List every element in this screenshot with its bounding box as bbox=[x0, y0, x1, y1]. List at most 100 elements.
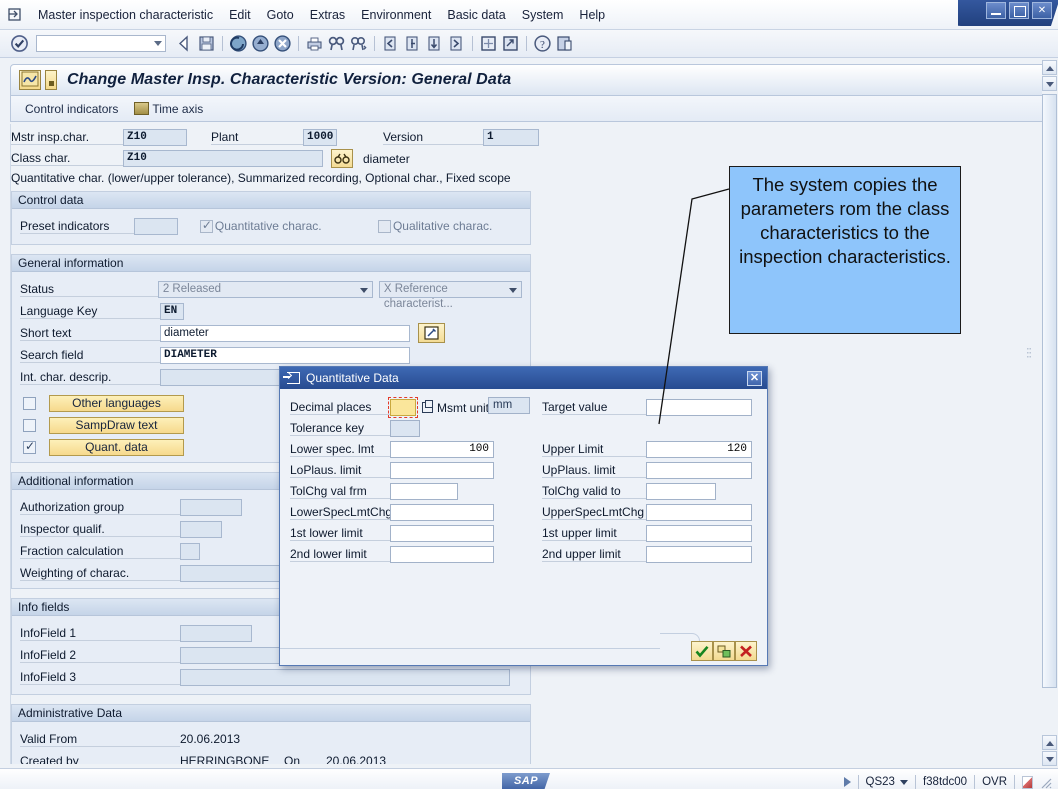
infofield-1-field[interactable] bbox=[180, 624, 252, 642]
command-field-input[interactable] bbox=[39, 37, 147, 51]
enter-check-icon[interactable] bbox=[10, 34, 29, 53]
customize-local-layout-icon[interactable] bbox=[555, 34, 574, 53]
previous-page-icon[interactable] bbox=[403, 34, 422, 53]
language-key-field[interactable]: EN bbox=[160, 302, 184, 320]
dialog-continue-button[interactable] bbox=[691, 641, 713, 661]
dialog-copy-button[interactable] bbox=[713, 641, 735, 661]
sampdraw-text-checkbox[interactable] bbox=[23, 418, 36, 432]
help-icon[interactable]: ? bbox=[533, 34, 552, 53]
tolchg-val-frm-field[interactable] bbox=[390, 483, 458, 500]
binoculars-icon[interactable] bbox=[331, 149, 353, 168]
second-lower-limit-label: 2nd lower limit bbox=[290, 547, 390, 562]
short-text-field[interactable]: diameter bbox=[160, 324, 410, 342]
version-field[interactable]: 1 bbox=[483, 129, 539, 146]
chevron-down-icon[interactable] bbox=[899, 779, 908, 785]
fraction-calculation-field[interactable] bbox=[180, 542, 200, 560]
upplaus-limit-field[interactable] bbox=[646, 462, 752, 479]
tolerance-key-field[interactable] bbox=[390, 420, 420, 437]
first-upper-limit-field[interactable] bbox=[646, 525, 752, 542]
tab-time-axis[interactable]: Time axis bbox=[134, 101, 203, 116]
form-scrollbar[interactable] bbox=[1027, 58, 1042, 768]
dialog-footer bbox=[280, 631, 767, 665]
quant-data-button[interactable]: Quant. data bbox=[49, 438, 184, 456]
menu-item-system[interactable]: System bbox=[514, 6, 572, 24]
preset-indicators-field[interactable] bbox=[133, 217, 178, 235]
other-languages-checkbox[interactable] bbox=[23, 396, 36, 410]
msmt-unit-field[interactable]: mm bbox=[488, 397, 530, 414]
minimize-button[interactable] bbox=[986, 2, 1006, 19]
second-upper-limit-field[interactable] bbox=[646, 546, 752, 563]
decimal-places-field[interactable] bbox=[388, 397, 418, 418]
menu-label: Goto bbox=[266, 7, 294, 22]
dialog-title-bar[interactable]: Quantitative Data ✕ bbox=[280, 367, 767, 389]
first-page-icon[interactable] bbox=[381, 34, 400, 53]
scrollbar-thumb[interactable] bbox=[1042, 94, 1057, 688]
tolchg-valid-to-field[interactable] bbox=[646, 483, 716, 500]
cancel-red-icon[interactable] bbox=[273, 34, 292, 53]
menu-item-basic-data[interactable]: Basic data bbox=[439, 6, 513, 24]
menu-item-goto[interactable]: Goto bbox=[259, 6, 302, 24]
back-arrow-icon[interactable] bbox=[175, 34, 194, 53]
search-field-input[interactable]: DIAMETER bbox=[160, 346, 410, 364]
quant-data-checkbox[interactable] bbox=[23, 439, 36, 454]
other-languages-button[interactable]: Other languages bbox=[49, 394, 184, 412]
tolchg-val-frm-label: TolChg val frm bbox=[290, 484, 390, 499]
back-green-icon[interactable] bbox=[229, 34, 248, 53]
target-value-field[interactable] bbox=[646, 399, 752, 416]
find-next-icon[interactable] bbox=[349, 34, 368, 53]
next-page-icon[interactable] bbox=[425, 34, 444, 53]
save-disk-icon[interactable] bbox=[197, 34, 216, 53]
inspector-qualif-field[interactable] bbox=[180, 520, 222, 538]
close-button[interactable]: ✕ bbox=[1032, 2, 1052, 19]
qualitative-charac-checkbox[interactable] bbox=[377, 219, 391, 233]
mstr-insp-char-field[interactable]: Z10 bbox=[123, 129, 187, 146]
print-icon[interactable] bbox=[305, 34, 324, 53]
command-field-icon[interactable] bbox=[8, 7, 24, 22]
lower-spec-lmt-field[interactable]: 100 bbox=[390, 441, 494, 458]
sampdraw-text-button[interactable]: SampDraw text bbox=[49, 416, 184, 434]
scroll-up-button[interactable] bbox=[1042, 60, 1057, 75]
menu-item-edit[interactable]: Edit bbox=[221, 6, 259, 24]
tab-control-indicators[interactable]: Control indicators bbox=[25, 102, 118, 116]
find-icon[interactable] bbox=[327, 34, 346, 53]
screen-icon-secondary[interactable] bbox=[45, 70, 57, 90]
exit-yellow-icon[interactable] bbox=[251, 34, 270, 53]
status-insert-mode[interactable]: OVR bbox=[982, 776, 1007, 788]
edit-pencil-icon[interactable] bbox=[418, 323, 445, 343]
menu-item-environment[interactable]: Environment bbox=[353, 6, 439, 24]
second-lower-limit-field[interactable] bbox=[390, 546, 494, 563]
upperspeclmtchg-label: UpperSpecLmtChg bbox=[542, 505, 646, 520]
class-char-field[interactable]: Z10 bbox=[123, 150, 323, 167]
maximize-button[interactable] bbox=[1009, 2, 1029, 19]
last-page-icon[interactable] bbox=[447, 34, 466, 53]
quantitative-charac-checkbox[interactable] bbox=[199, 218, 213, 233]
status-system[interactable]: QS23 bbox=[866, 776, 895, 788]
upper-limit-field[interactable]: 120 bbox=[646, 441, 752, 458]
scroll-page-down-button[interactable] bbox=[1042, 735, 1057, 750]
scroll-down-button[interactable] bbox=[1042, 751, 1057, 766]
authorization-group-field[interactable] bbox=[180, 498, 242, 516]
status-dropdown[interactable]: 2 Released bbox=[157, 280, 373, 298]
value-help-icon[interactable] bbox=[422, 400, 433, 413]
scroll-page-up-button[interactable] bbox=[1042, 76, 1057, 91]
upperspeclmtchg-field[interactable] bbox=[646, 504, 752, 521]
infofield-3-field[interactable] bbox=[180, 668, 510, 686]
dialog-close-icon[interactable]: ✕ bbox=[747, 370, 762, 386]
plant-field[interactable]: 1000 bbox=[303, 129, 337, 146]
menu-item-extras[interactable]: Extras bbox=[302, 6, 353, 24]
create-shortcut-icon[interactable] bbox=[501, 34, 520, 53]
chevron-down-icon[interactable] bbox=[154, 41, 162, 46]
resize-grip-icon[interactable] bbox=[1039, 776, 1052, 789]
main-scrollbar[interactable] bbox=[1042, 58, 1057, 768]
new-session-icon[interactable] bbox=[479, 34, 498, 53]
status-row: Status 2 Released X Reference characteri… bbox=[20, 278, 522, 310]
first-lower-limit-field[interactable] bbox=[390, 525, 494, 542]
command-field[interactable] bbox=[36, 35, 166, 52]
menu-item-master-inspection-characteristic[interactable]: Master inspection characteristic bbox=[30, 6, 221, 24]
lowerspeclmtchg-field[interactable] bbox=[390, 504, 494, 521]
menu-item-help[interactable]: Help bbox=[571, 6, 613, 24]
loplaus-limit-field[interactable] bbox=[390, 462, 494, 479]
expand-arrow-icon[interactable] bbox=[843, 777, 851, 787]
dialog-cancel-button[interactable] bbox=[735, 641, 757, 661]
reference-characteristic-dropdown[interactable]: X Reference characterist... bbox=[378, 280, 522, 310]
